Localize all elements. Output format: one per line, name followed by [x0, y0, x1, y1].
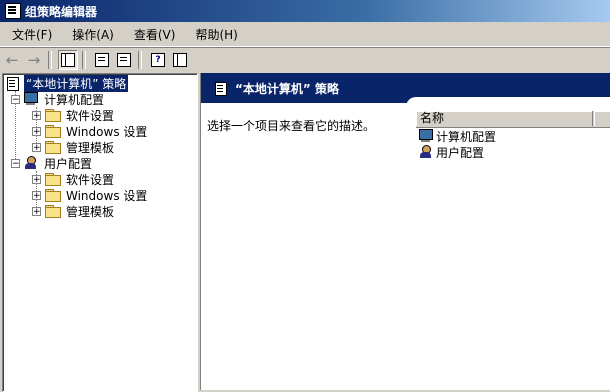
back-arrow-icon: ← — [5, 50, 19, 69]
tree-item-label: 用户配置 — [44, 156, 93, 171]
column-filler-header — [594, 111, 610, 126]
details-header-title: “本地计算机” 策略 — [235, 81, 339, 96]
user-icon — [418, 145, 434, 159]
tree-item-user-software[interactable]: + 软件设置 — [32, 171, 116, 187]
expand-icon[interactable]: + — [32, 190, 41, 200]
tree-item-label: Windows 设置 — [66, 124, 148, 139]
list-item-label: 计算机配置 — [436, 129, 497, 144]
list-item-user-config[interactable]: 用户配置 — [418, 144, 484, 160]
group-policy-app-icon — [5, 3, 21, 19]
folder-icon — [45, 109, 61, 122]
menu-action[interactable]: 操作(A) — [64, 26, 122, 43]
console-tree-button[interactable] — [170, 50, 190, 70]
folder-icon — [45, 173, 61, 186]
policy-scroll-icon — [213, 81, 229, 96]
export-list-icon — [117, 53, 131, 67]
folder-icon — [45, 189, 61, 202]
export-list-button[interactable] — [114, 50, 134, 70]
list-column-header: 名称 — [416, 111, 610, 128]
tree-item-label: 软件设置 — [66, 172, 115, 187]
tree-item-computer-config[interactable]: − 计算机配置 — [11, 91, 106, 107]
list-item-label: 用户配置 — [436, 145, 485, 160]
help-button[interactable]: ? — [148, 50, 168, 70]
toolbar-separator — [48, 51, 52, 69]
expand-icon[interactable]: + — [32, 142, 41, 152]
forward-arrow-icon: → — [27, 50, 41, 69]
window-title: 组策略编辑器 — [25, 4, 98, 19]
menu-help[interactable]: 帮助(H) — [187, 26, 245, 43]
tree-item-label: Windows 设置 — [66, 188, 148, 203]
menu-file[interactable]: 文件(F) — [4, 26, 60, 43]
list-tab-curve — [406, 97, 610, 111]
toolbar: ← → ? — [0, 47, 610, 72]
computer-icon — [418, 129, 434, 143]
list-item-computer-config[interactable]: 计算机配置 — [418, 128, 496, 144]
forward-button[interactable]: → — [24, 50, 44, 70]
computer-icon — [23, 92, 39, 106]
properties-icon — [95, 53, 109, 67]
expand-icon[interactable]: + — [32, 174, 41, 184]
tree-item-label: 管理模板 — [66, 140, 115, 155]
folder-icon — [45, 141, 61, 154]
help-icon: ? — [151, 53, 165, 67]
tree-item-label: 软件设置 — [66, 108, 115, 123]
collapse-icon[interactable]: − — [11, 158, 20, 168]
show-hide-tree-button[interactable] — [58, 50, 78, 70]
expand-icon[interactable]: + — [32, 206, 41, 216]
tree-item-label: 管理模板 — [66, 204, 115, 219]
column-name-header[interactable]: 名称 — [416, 111, 593, 126]
description-text: 选择一个项目来查看它的描述。 — [207, 119, 376, 133]
tree-root-local-policy[interactable]: “本地计算机” 策略 — [5, 74, 129, 92]
folder-icon — [45, 205, 61, 218]
folder-icon — [45, 125, 61, 138]
tree-item-computer-windows[interactable]: + Windows 设置 — [32, 123, 149, 139]
tree-item-user-windows[interactable]: + Windows 设置 — [32, 187, 149, 203]
policy-scroll-icon — [5, 76, 21, 91]
toolbar-separator — [138, 51, 142, 69]
expand-icon[interactable]: + — [32, 126, 41, 136]
tree-item-user-config[interactable]: − 用户配置 — [11, 155, 94, 171]
title-bar[interactable]: 组策略编辑器 — [0, 0, 610, 22]
user-icon — [23, 156, 39, 170]
console-tree[interactable]: “本地计算机” 策略 − 计算机配置 + 软件设置 + Windows 设置 +… — [2, 73, 198, 392]
menu-bar: 文件(F) 操作(A) 查看(V) 帮助(H) — [0, 22, 610, 47]
tree-item-label: 计算机配置 — [44, 92, 105, 107]
tree-item-computer-admin-templates[interactable]: + 管理模板 — [32, 139, 116, 155]
collapse-icon[interactable]: − — [11, 94, 20, 104]
tree-item-computer-software[interactable]: + 软件设置 — [32, 107, 116, 123]
show-hide-tree-icon — [61, 53, 75, 67]
properties-button[interactable] — [92, 50, 112, 70]
tree-root-label: “本地计算机” 策略 — [24, 74, 129, 92]
menu-view[interactable]: 查看(V) — [126, 26, 184, 43]
console-tree-icon — [173, 53, 187, 67]
item-list[interactable]: 名称 计算机配置 用户配置 — [416, 111, 610, 390]
tree-item-user-admin-templates[interactable]: + 管理模板 — [32, 203, 116, 219]
back-button[interactable]: ← — [2, 50, 22, 70]
details-pane: “本地计算机” 策略 选择一个项目来查看它的描述。 名称 计算机配置 用户配置 — [200, 73, 610, 390]
toolbar-separator — [82, 51, 86, 69]
expand-icon[interactable]: + — [32, 110, 41, 120]
